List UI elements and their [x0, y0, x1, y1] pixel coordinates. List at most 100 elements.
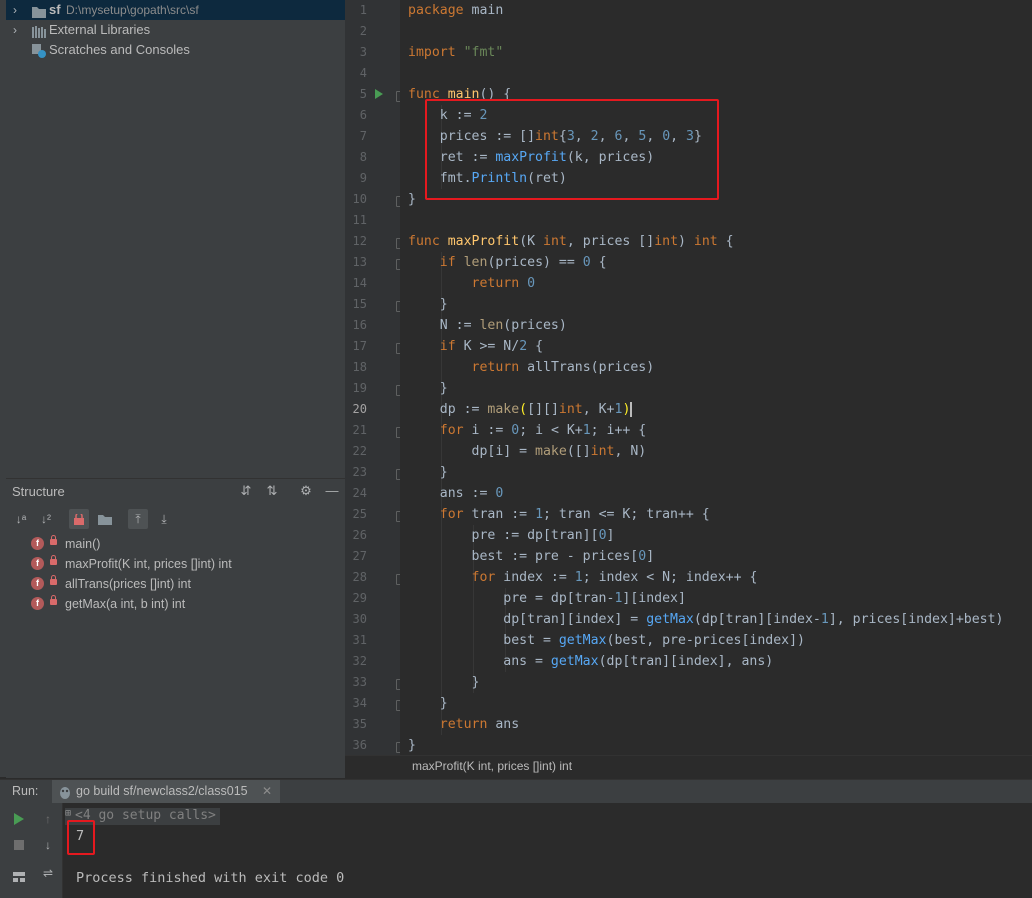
- rerun-icon[interactable]: [9, 809, 29, 829]
- exit-message: Process finished with exit code 0: [76, 870, 345, 886]
- code-line-17: if K >= N/2 {: [439, 339, 544, 354]
- code-line-23: }: [408, 465, 448, 480]
- run-label: Run:: [12, 784, 39, 798]
- line-number: 26: [352, 528, 367, 542]
- line-number: 2: [359, 24, 367, 38]
- show-non-public-icon[interactable]: [69, 509, 89, 529]
- line-number: 31: [352, 633, 367, 647]
- arrow-up-icon[interactable]: ↑: [38, 809, 58, 829]
- code-line-1: package main: [408, 3, 504, 18]
- line-number: 29: [352, 591, 367, 605]
- soft-wrap-icon[interactable]: ⇌: [38, 863, 58, 883]
- line-number: 30: [352, 612, 367, 626]
- run-tab[interactable]: go build sf/newclass2/class015 ✕: [52, 780, 280, 804]
- code-line-28: for index := 1; index < N; index++ {: [471, 570, 758, 585]
- chevron-right-icon[interactable]: ›: [13, 20, 25, 40]
- line-number: 3: [359, 45, 367, 59]
- line-number: 36: [352, 738, 367, 752]
- scratch-icon: [32, 44, 46, 58]
- line-number: 19: [352, 381, 367, 395]
- close-icon[interactable]: ✕: [262, 784, 272, 798]
- code-line-25: for tran := 1; tran <= K; tran++ {: [439, 507, 710, 522]
- code-line-16: N := len(prices): [408, 318, 567, 333]
- collapse-all-icon[interactable]: ⇅: [262, 482, 282, 500]
- chevron-right-icon[interactable]: ›: [13, 0, 25, 20]
- line-number: 27: [352, 549, 367, 563]
- line-number: 35: [352, 717, 367, 731]
- code-line-29: pre = dp[tran-1][index]: [408, 591, 686, 606]
- run-tab-label: go build sf/newclass2/class015: [76, 784, 248, 798]
- lock-icon: [50, 555, 57, 565]
- line-number: 11: [352, 213, 367, 227]
- go-gopher-icon: [59, 785, 71, 802]
- line-number: 18: [352, 360, 367, 374]
- code-line-32: ans = getMax(dp[tran][index], ans): [408, 654, 774, 669]
- tree-item-label: sf: [49, 2, 61, 17]
- autoscroll-to-source-icon[interactable]: ⤒: [128, 509, 148, 529]
- stop-icon[interactable]: [9, 835, 29, 855]
- lock-icon: [50, 575, 57, 585]
- show-folders-icon[interactable]: [95, 509, 115, 529]
- tree-item-external-libraries[interactable]: › External Libraries: [6, 20, 345, 40]
- line-number-current: 20: [352, 402, 367, 416]
- function-icon: f: [31, 597, 44, 610]
- function-icon: f: [31, 537, 44, 550]
- structure-item-label: maxProfit(K int, prices []int) int: [65, 557, 232, 571]
- highlight-box: [425, 99, 719, 200]
- code-line-3: import "fmt": [408, 45, 504, 60]
- line-number: 13: [352, 255, 367, 269]
- sort-by-type-icon[interactable]: ↓ᵃ: [11, 509, 31, 529]
- run-header: Run: go build sf/newclass2/class015 ✕: [0, 779, 1032, 804]
- code-line-18: return allTrans(prices): [471, 360, 655, 375]
- line-number: 12: [352, 234, 367, 248]
- code-line-14: return 0: [471, 276, 536, 291]
- expand-all-icon[interactable]: ⇵: [236, 482, 256, 500]
- editor-gutter[interactable]: 1 2 3 4 5 6 7 8 9 10 11 12 13 14 15 16 1…: [345, 0, 427, 755]
- project-panel: › sf D:\mysetup\gopath\src\sf › External…: [6, 0, 345, 478]
- lock-icon: [50, 535, 57, 545]
- minimize-icon[interactable]: —: [322, 482, 342, 500]
- folded-lines-label: <4 go setup calls>: [75, 808, 216, 823]
- code-line-34: }: [408, 696, 448, 711]
- tree-item-sf[interactable]: › sf D:\mysetup\gopath\src\sf: [6, 0, 345, 20]
- sort-alphabetically-icon[interactable]: ↓²: [36, 509, 56, 529]
- line-number: 9: [359, 171, 367, 185]
- line-number: 24: [352, 486, 367, 500]
- code-line-33: }: [408, 675, 480, 690]
- code-line-15: }: [408, 297, 448, 312]
- line-number: 34: [352, 696, 367, 710]
- line-number: 7: [359, 129, 367, 143]
- code-line-24: ans := 0: [408, 486, 504, 501]
- run-gutter-icon[interactable]: [375, 89, 383, 99]
- line-number: 22: [352, 444, 367, 458]
- autoscroll-from-source-icon[interactable]: ⤓: [154, 509, 174, 529]
- code-line-13: if len(prices) == 0 {: [439, 255, 607, 270]
- code-line-21: for i := 0; i < K+1; i++ {: [439, 423, 647, 438]
- code-line-26: pre := dp[tran][0]: [408, 528, 615, 543]
- structure-panel: Structure ⇵ ⇅ ⚙ — ↓ᵃ ↓² ⤒ ⤓ f main() f m…: [6, 478, 345, 778]
- highlight-box: [67, 820, 95, 855]
- code-editor[interactable]: package main import "fmt" func main() { …: [400, 0, 1032, 755]
- line-number: 8: [359, 150, 367, 164]
- arrow-down-icon[interactable]: ↓: [38, 835, 58, 855]
- line-number: 33: [352, 675, 367, 689]
- tree-item-label: Scratches and Consoles: [49, 42, 190, 57]
- expand-icon[interactable]: ⊞: [65, 808, 71, 819]
- function-icon: f: [31, 577, 44, 590]
- line-number: 6: [359, 108, 367, 122]
- line-number: 32: [352, 654, 367, 668]
- layout-icon[interactable]: [9, 867, 29, 887]
- line-number: 23: [352, 465, 367, 479]
- run-console[interactable]: ⊞ <4 go setup calls> 7 Process finished …: [0, 803, 1032, 898]
- tree-item-path: D:\mysetup\gopath\src\sf: [66, 3, 199, 17]
- line-number: 14: [352, 276, 367, 290]
- line-number: 1: [359, 3, 367, 17]
- line-number: 28: [352, 570, 367, 584]
- line-number: 4: [359, 66, 367, 80]
- gear-icon[interactable]: ⚙: [296, 482, 316, 500]
- run-toolbar: ↑ ↓ ⇌: [0, 803, 63, 898]
- breadcrumb-bar: maxProfit(K int, prices []int) int: [345, 755, 1032, 778]
- tree-item-scratches[interactable]: Scratches and Consoles: [6, 40, 345, 60]
- breadcrumb[interactable]: maxProfit(K int, prices []int) int: [412, 759, 572, 773]
- function-icon: f: [31, 557, 44, 570]
